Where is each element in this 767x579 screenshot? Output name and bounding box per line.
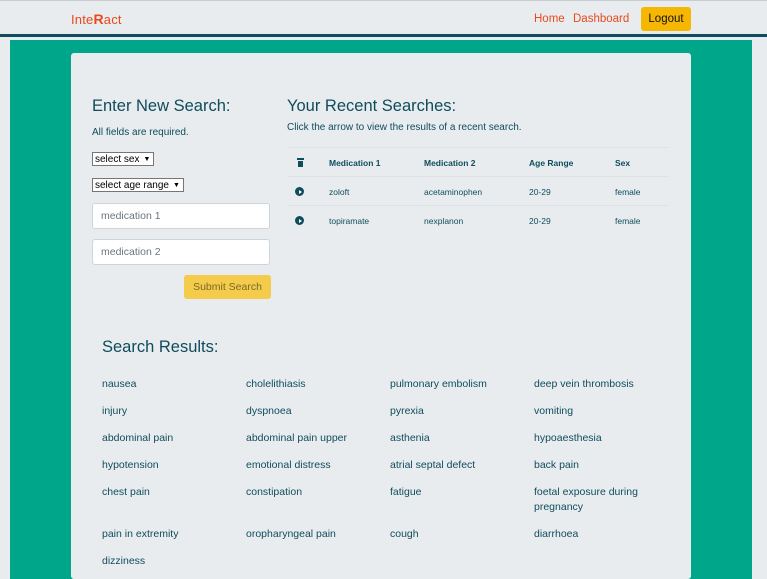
row-sex: female (615, 215, 641, 226)
row-age-range: 20-29 (529, 215, 551, 226)
submit-search-button[interactable]: Submit Search (184, 275, 271, 299)
play-icon[interactable] (295, 177, 304, 206)
result-item: constipation (246, 486, 303, 498)
result-item: asthenia (390, 432, 430, 444)
result-item: hypotension (102, 459, 159, 471)
result-item: back pain (534, 459, 579, 471)
sex-select[interactable]: select sex ▼ (92, 152, 155, 166)
brand-prefix: Inte (71, 12, 94, 27)
result-item: emotional distress (246, 459, 331, 471)
row-age-range: 20-29 (529, 186, 551, 197)
play-icon[interactable] (295, 206, 304, 235)
row-sex: female (615, 186, 641, 197)
chevron-down-icon: ▼ (143, 155, 151, 163)
header-sex: Sex (615, 157, 631, 168)
logout-button[interactable]: Logout (641, 7, 691, 31)
result-item: oropharyngeal pain (246, 528, 336, 540)
row-medication-1: zoloft (329, 186, 350, 197)
search-results-grid: nausea cholelithiasis pulmonary embolism… (102, 377, 682, 569)
sex-select-value: select sex (95, 153, 140, 165)
result-item: dizziness (102, 555, 146, 567)
nav-dashboard-link[interactable]: Dashboard (573, 13, 629, 25)
age-select-value: select age range (95, 179, 169, 191)
trash-icon[interactable] (297, 148, 304, 177)
result-item: cholelithiasis (246, 378, 306, 390)
header-age-range: Age Range (529, 157, 574, 168)
result-item: foetal exposure during pregnancy (534, 486, 638, 513)
result-item: pain in extremity (102, 528, 179, 540)
recent-searches-title: Your Recent Searches: (287, 97, 457, 115)
medication-1-input[interactable]: medication 1 (92, 203, 270, 229)
row-medication-2: acetaminophen (424, 186, 483, 197)
result-item: vomiting (534, 405, 574, 417)
result-item: cough (390, 528, 419, 540)
top-navbar: InteRact Home Dashboard Logout (0, 0, 767, 37)
result-item: hypoaesthesia (534, 432, 602, 444)
recent-searches-subtitle: Click the arrow to view the results of a… (287, 122, 522, 133)
nav-home-link[interactable]: Home (534, 13, 565, 25)
result-item: chest pain (102, 486, 150, 498)
result-item: abdominal pain upper (246, 432, 347, 444)
chevron-down-icon: ▼ (172, 181, 180, 189)
result-item: injury (102, 405, 128, 417)
brand-logo[interactable]: InteRact (71, 11, 122, 27)
search-results-title: Search Results: (102, 338, 219, 356)
medication-2-input[interactable]: medication 2 (92, 239, 270, 265)
age-range-select[interactable]: select age range ▼ (92, 178, 184, 192)
result-item: nausea (102, 378, 137, 390)
result-item: pulmonary embolism (390, 378, 487, 390)
result-item: diarrhoea (534, 528, 579, 540)
main-card: Enter New Search: All fields are require… (71, 53, 691, 579)
required-note: All fields are required. (92, 127, 189, 138)
header-medication-1: Medication 1 (329, 157, 381, 168)
table-row: topiramate nexplanon 20-29 female (287, 205, 669, 234)
rx-icon: R (93, 11, 104, 27)
row-medication-2: nexplanon (424, 215, 464, 226)
brand-suffix: act (103, 12, 122, 27)
header-medication-2: Medication 2 (424, 157, 476, 168)
recent-searches-table: Medication 1 Medication 2 Age Range Sex … (287, 147, 669, 234)
result-item: atrial septal defect (390, 459, 476, 471)
row-medication-1: topiramate (329, 215, 370, 226)
result-item: dyspnoea (246, 405, 292, 417)
new-search-title: Enter New Search: (92, 97, 231, 115)
result-item: fatigue (390, 486, 422, 498)
result-item: pyrexia (390, 405, 424, 417)
table-row: zoloft acetaminophen 20-29 female (287, 176, 669, 205)
table-header-row: Medication 1 Medication 2 Age Range Sex (287, 147, 669, 176)
result-item: abdominal pain (102, 432, 174, 444)
result-item: deep vein thrombosis (534, 378, 634, 390)
